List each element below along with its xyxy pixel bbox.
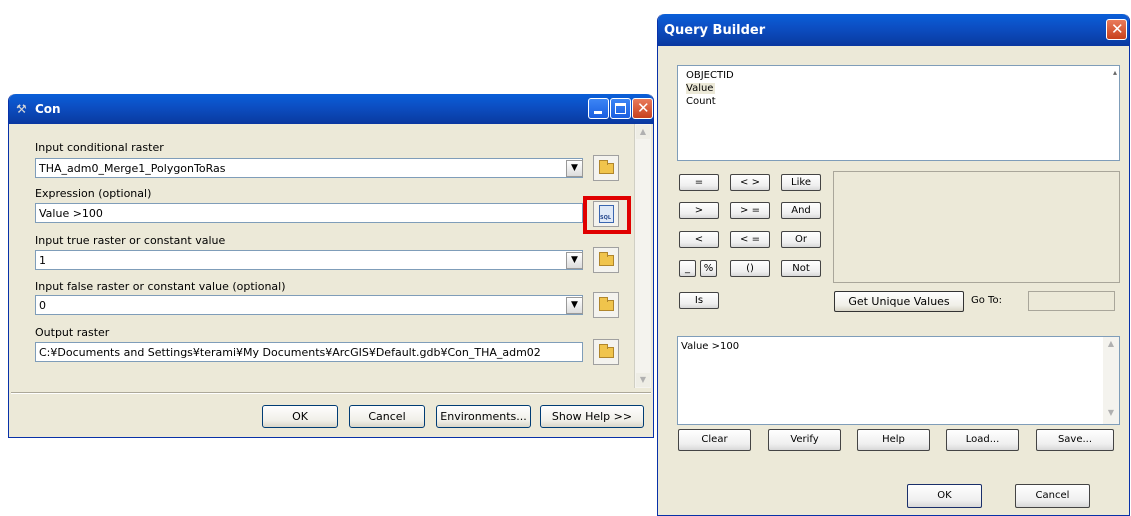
false-value-combobox[interactable]: 0 [35,295,583,315]
hammer-icon: ⚒ [16,102,27,116]
browse-folder-icon[interactable] [593,247,619,273]
is-button[interactable]: Is [679,292,719,309]
button-bar-divider [11,392,651,394]
go-to-label: Go To: [971,295,1002,306]
cancel-button[interactable]: Cancel [1015,484,1090,508]
and-button[interactable]: And [781,202,821,219]
close-icon: ✕ [1111,20,1124,38]
sql-icon: SQL [599,205,614,223]
verify-button[interactable]: Verify [768,429,841,451]
textarea-scrollbar[interactable]: ▲ ▼ [1103,337,1119,424]
sql-button[interactable]: SQL [593,201,619,227]
less-equal-button[interactable]: < = [730,231,770,248]
chevron-down-icon[interactable]: ▼ [566,297,583,314]
parameters-scrollbar[interactable]: ▲ ▼ [634,124,651,388]
unique-values-list[interactable] [833,171,1120,283]
browse-folder-icon[interactable] [593,339,619,365]
close-icon: ✕ [637,99,650,117]
clear-button[interactable]: Clear [678,429,751,451]
con-title: Con [35,102,61,116]
sql-icon-text: SQL [600,215,612,221]
not-equal-button[interactable]: < > [730,174,770,191]
list-item[interactable]: Count [686,96,716,107]
scroll-up-arrow-icon[interactable]: ▲ [1104,339,1118,353]
or-button[interactable]: Or [781,231,821,248]
query-builder-title: Query Builder [664,23,766,38]
underscore-button[interactable]: _ [679,260,696,277]
list-item[interactable]: Value [686,83,716,94]
show-help-button[interactable]: Show Help >> [540,405,644,428]
maximize-button[interactable] [610,98,631,119]
browse-folder-icon[interactable] [593,292,619,318]
close-button[interactable]: ✕ [632,98,653,119]
true-value-combobox[interactable]: 1 [35,250,583,270]
expression-input[interactable]: Value >100 [35,203,583,223]
expression-text: Value >100 [681,341,740,352]
minimize-button[interactable] [588,98,609,119]
ok-button[interactable]: OK [262,405,338,428]
output-raster-label: Output raster [35,326,110,339]
cancel-button[interactable]: Cancel [349,405,425,428]
parameters-panel: Input conditional raster THA_adm0_Merge1… [13,124,634,388]
not-button[interactable]: Not [781,260,821,277]
list-scroll-icon[interactable]: ▴ [1113,68,1117,77]
false-value-label: Input false raster or constant value (op… [35,280,286,293]
less-than-button[interactable]: < [679,231,719,248]
percent-button[interactable]: % [700,260,717,277]
close-button[interactable]: ✕ [1106,19,1127,40]
input-conditional-label: Input conditional raster [35,141,164,154]
input-conditional-combobox[interactable]: THA_adm0_Merge1_PolygonToRas [35,158,583,178]
save-button[interactable]: Save... [1036,429,1114,451]
greater-equal-button[interactable]: > = [730,202,770,219]
con-dialog: ⚒ Con ✕ Input conditional raster THA_adm… [8,94,654,438]
maximize-icon [615,103,626,114]
parentheses-button[interactable]: () [730,260,770,277]
like-button[interactable]: Like [781,174,821,191]
list-item[interactable]: OBJECTID [686,70,734,81]
chevron-down-icon[interactable]: ▼ [566,252,583,269]
environments-button[interactable]: Environments... [436,405,531,428]
ok-button[interactable]: OK [907,484,982,508]
field-list[interactable]: OBJECTID Value Count ▴ [677,65,1120,161]
help-button[interactable]: Help [857,429,930,451]
minimize-icon [594,111,602,114]
greater-than-button[interactable]: > [679,202,719,219]
go-to-input[interactable] [1028,291,1115,311]
output-raster-input[interactable]: C:¥Documents and Settings¥terami¥My Docu… [35,342,583,362]
expression-textarea[interactable]: Value >100 ▲ ▼ [677,336,1120,425]
browse-folder-icon[interactable] [593,155,619,181]
load-button[interactable]: Load... [946,429,1019,451]
query-builder-dialog: Query Builder ✕ OBJECTID Value Count ▴ =… [657,14,1130,516]
scroll-down-arrow-icon[interactable]: ▼ [636,373,650,387]
con-titlebar[interactable]: ⚒ Con ✕ [9,94,653,124]
expression-label: Expression (optional) [35,187,152,200]
scroll-down-arrow-icon[interactable]: ▼ [1104,408,1118,422]
scroll-up-arrow-icon[interactable]: ▲ [636,125,650,139]
true-value-label: Input true raster or constant value [35,234,226,247]
query-builder-titlebar[interactable]: Query Builder ✕ [658,14,1129,46]
get-unique-values-button[interactable]: Get Unique Values [834,291,964,312]
chevron-down-icon[interactable]: ▼ [566,160,583,177]
equals-button[interactable]: = [679,174,719,191]
